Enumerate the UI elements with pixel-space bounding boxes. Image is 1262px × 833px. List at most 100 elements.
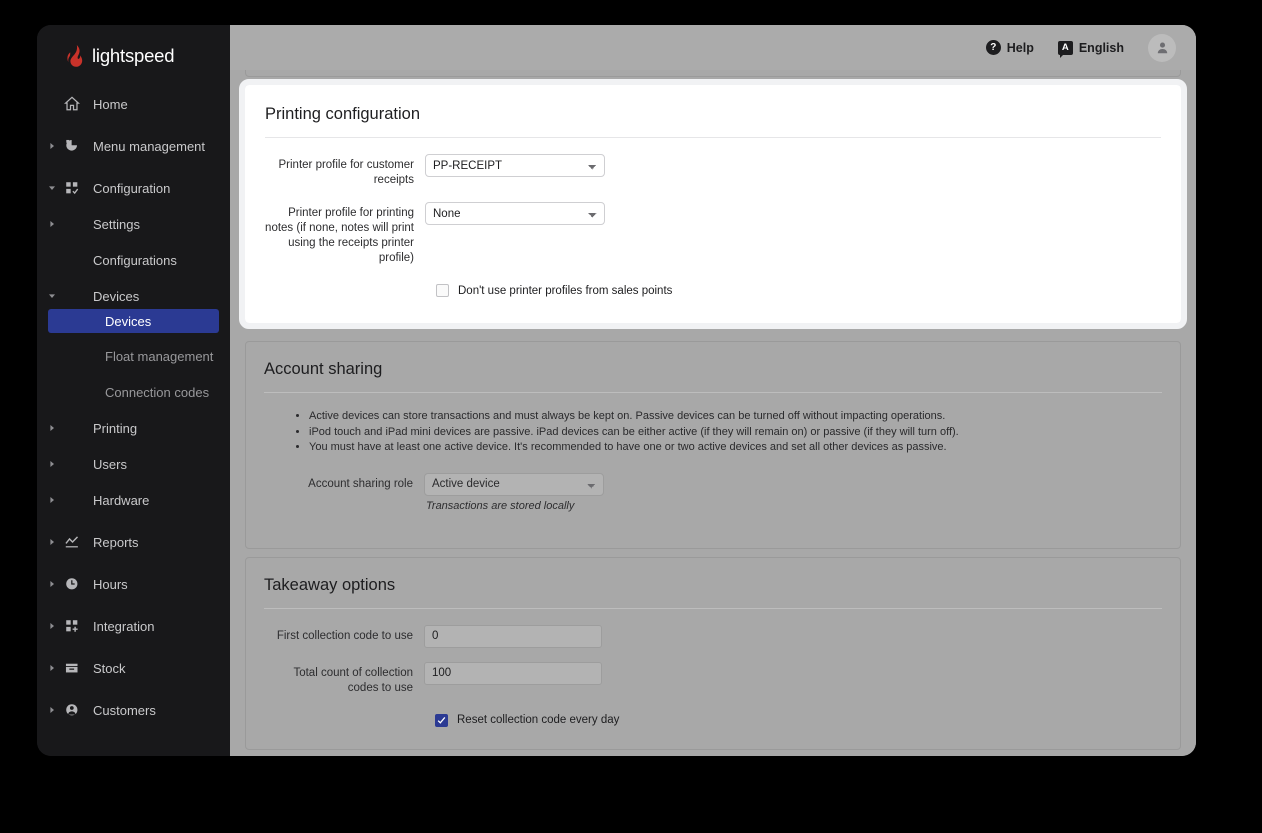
notes-printer-profile-select[interactable]: None	[425, 202, 605, 225]
chart-line-icon	[65, 536, 79, 548]
chevron-right-icon[interactable]	[48, 706, 56, 714]
sidebar-caret[interactable]	[46, 664, 58, 672]
printing-configuration-title: Printing configuration	[265, 105, 1161, 138]
sidebar-item-users[interactable]: Users	[37, 451, 230, 477]
reset-collection-code-label: Reset collection code every day	[457, 714, 620, 726]
card-account-sharing: Account sharing Active devices can store…	[245, 341, 1181, 549]
total-collection-codes-input[interactable]	[424, 661, 602, 685]
content-scroll-area[interactable]: . . Printing configuration Printer profi…	[230, 70, 1196, 756]
chevron-down-icon[interactable]	[48, 184, 56, 192]
sidebar-item-icon	[63, 702, 81, 718]
sidebar-item-customers[interactable]: Customers	[37, 697, 230, 723]
language-icon: A	[1057, 40, 1073, 58]
sidebar-item-devices[interactable]: Devices	[48, 309, 219, 333]
card-previous-section-partial: . .	[245, 70, 1181, 77]
sidebar-item-float-management[interactable]: Float management	[37, 343, 230, 369]
language-selector[interactable]: A English	[1057, 40, 1124, 58]
no-sales-point-profiles-label: Don't use printer profiles from sales po…	[458, 284, 673, 297]
chevron-right-icon[interactable]	[48, 664, 56, 672]
sidebar-item-label: Integration	[93, 618, 155, 634]
sidebar-item-label: Users	[93, 456, 127, 472]
help-label: Help	[1006, 40, 1034, 55]
field-total-collection-codes: Total count of collection codes to use	[264, 661, 1162, 696]
grid-check-icon	[66, 182, 79, 195]
sidebar-item-icon	[63, 138, 81, 154]
chevron-right-icon[interactable]	[48, 142, 56, 150]
sidebar-item-integration[interactable]: Integration	[37, 613, 230, 639]
help-button[interactable]: ? Help	[985, 40, 1034, 55]
box-icon	[65, 663, 78, 673]
card-printing-configuration: Printing configuration Printer profile f…	[239, 79, 1187, 329]
sidebar-item-label: Float management	[105, 348, 214, 364]
sidebar-item-icon	[63, 180, 81, 196]
checkbox-row-no-sales-point-profiles[interactable]: Don't use printer profiles from sales po…	[436, 284, 1161, 297]
grid-plus-icon	[66, 620, 78, 632]
sidebar-item-connection-codes[interactable]: Connection codes	[37, 379, 230, 405]
sidebar-caret[interactable]	[46, 706, 58, 714]
card-takeaway-options: Takeaway options First collection code t…	[245, 556, 1181, 750]
sidebar-item-configuration[interactable]: Configuration	[37, 175, 230, 201]
sidebar-item-label: Home	[93, 96, 128, 112]
sidebar-item-reports[interactable]: Reports	[37, 529, 230, 555]
sidebar-caret[interactable]	[46, 538, 58, 546]
chevron-right-icon[interactable]	[48, 460, 56, 468]
sidebar-item-printing[interactable]: Printing	[37, 415, 230, 441]
sidebar: lightspeed Home Menu management Configurat…	[37, 25, 230, 756]
account-sharing-role-helper: Transactions are stored locally	[426, 499, 575, 512]
sidebar-item-icon	[63, 534, 81, 550]
sidebar-caret[interactable]	[46, 142, 58, 150]
sidebar-item-menu-management[interactable]: Menu management	[37, 133, 230, 159]
reset-collection-code-checkbox[interactable]	[435, 713, 448, 727]
sidebar-item-icon	[63, 96, 81, 112]
chevron-right-icon[interactable]	[48, 424, 56, 432]
sidebar-item-settings[interactable]: Settings	[37, 211, 230, 237]
account-sharing-role-select[interactable]: Active device	[424, 472, 604, 496]
clock-icon	[66, 578, 78, 590]
sidebar-caret[interactable]	[46, 622, 58, 630]
sidebar-item-home[interactable]: Home	[37, 91, 230, 117]
notes-printer-profile-label: Printer profile for printing notes (if n…	[265, 207, 414, 264]
sidebar-caret[interactable]	[46, 220, 58, 228]
brand-logo[interactable]: lightspeed	[37, 25, 230, 71]
sidebar-caret[interactable]	[46, 292, 58, 300]
chevron-right-icon[interactable]	[48, 622, 56, 630]
account-sharing-bullets: Active devices can store transactions an…	[264, 409, 1162, 455]
sidebar-item-icon	[63, 618, 81, 634]
no-sales-point-profiles-checkbox[interactable]	[436, 284, 449, 297]
receipt-printer-profile-label: Printer profile for customer receipts	[278, 159, 415, 186]
language-label: English	[1078, 40, 1124, 55]
sidebar-item-stock[interactable]: Stock	[37, 655, 230, 681]
sidebar-caret[interactable]	[46, 580, 58, 588]
sidebar-caret[interactable]	[46, 496, 58, 504]
sidebar-item-label: Reports	[93, 534, 139, 550]
user-icon	[1157, 42, 1167, 54]
sidebar-item-configurations[interactable]: Configurations	[37, 247, 230, 273]
brand-name: lightspeed	[92, 45, 175, 66]
main-area: ? Help A English . . Printi	[230, 25, 1196, 756]
field-notes-printer-profile: Printer profile for printing notes (if n…	[265, 202, 1161, 266]
sidebar-item-hardware[interactable]: Hardware	[37, 487, 230, 513]
first-collection-code-input[interactable]	[424, 624, 602, 648]
top-bar: ? Help A English	[230, 25, 1196, 70]
total-collection-codes-label: Total count of collection codes to use	[293, 666, 413, 694]
checkbox-row-reset-collection-code[interactable]: Reset collection code every day	[435, 713, 1162, 727]
sidebar-item-label: Stock	[93, 660, 126, 676]
sidebar-caret[interactable]	[46, 184, 58, 192]
sidebar-item-devices[interactable]: Devices	[37, 283, 230, 309]
sidebar-caret[interactable]	[46, 460, 58, 468]
sidebar-caret[interactable]	[46, 424, 58, 432]
sidebar-item-label: Configurations	[93, 252, 177, 268]
sidebar-item-label: Connection codes	[105, 384, 210, 400]
chevron-right-icon[interactable]	[48, 496, 56, 504]
receipt-printer-profile-select[interactable]: PP-RECEIPT	[425, 154, 605, 177]
chevron-right-icon[interactable]	[48, 538, 56, 546]
home-icon	[64, 96, 80, 111]
chevron-down-icon[interactable]	[48, 292, 56, 300]
sidebar-item-label: Hours	[93, 576, 128, 592]
chevron-right-icon[interactable]	[48, 220, 56, 228]
sidebar-item-label: Menu management	[93, 138, 206, 154]
chevron-right-icon[interactable]	[48, 580, 56, 588]
sidebar-item-hours[interactable]: Hours	[37, 571, 230, 597]
avatar[interactable]	[1148, 33, 1176, 62]
sidebar-item-label: Devices	[93, 288, 140, 304]
